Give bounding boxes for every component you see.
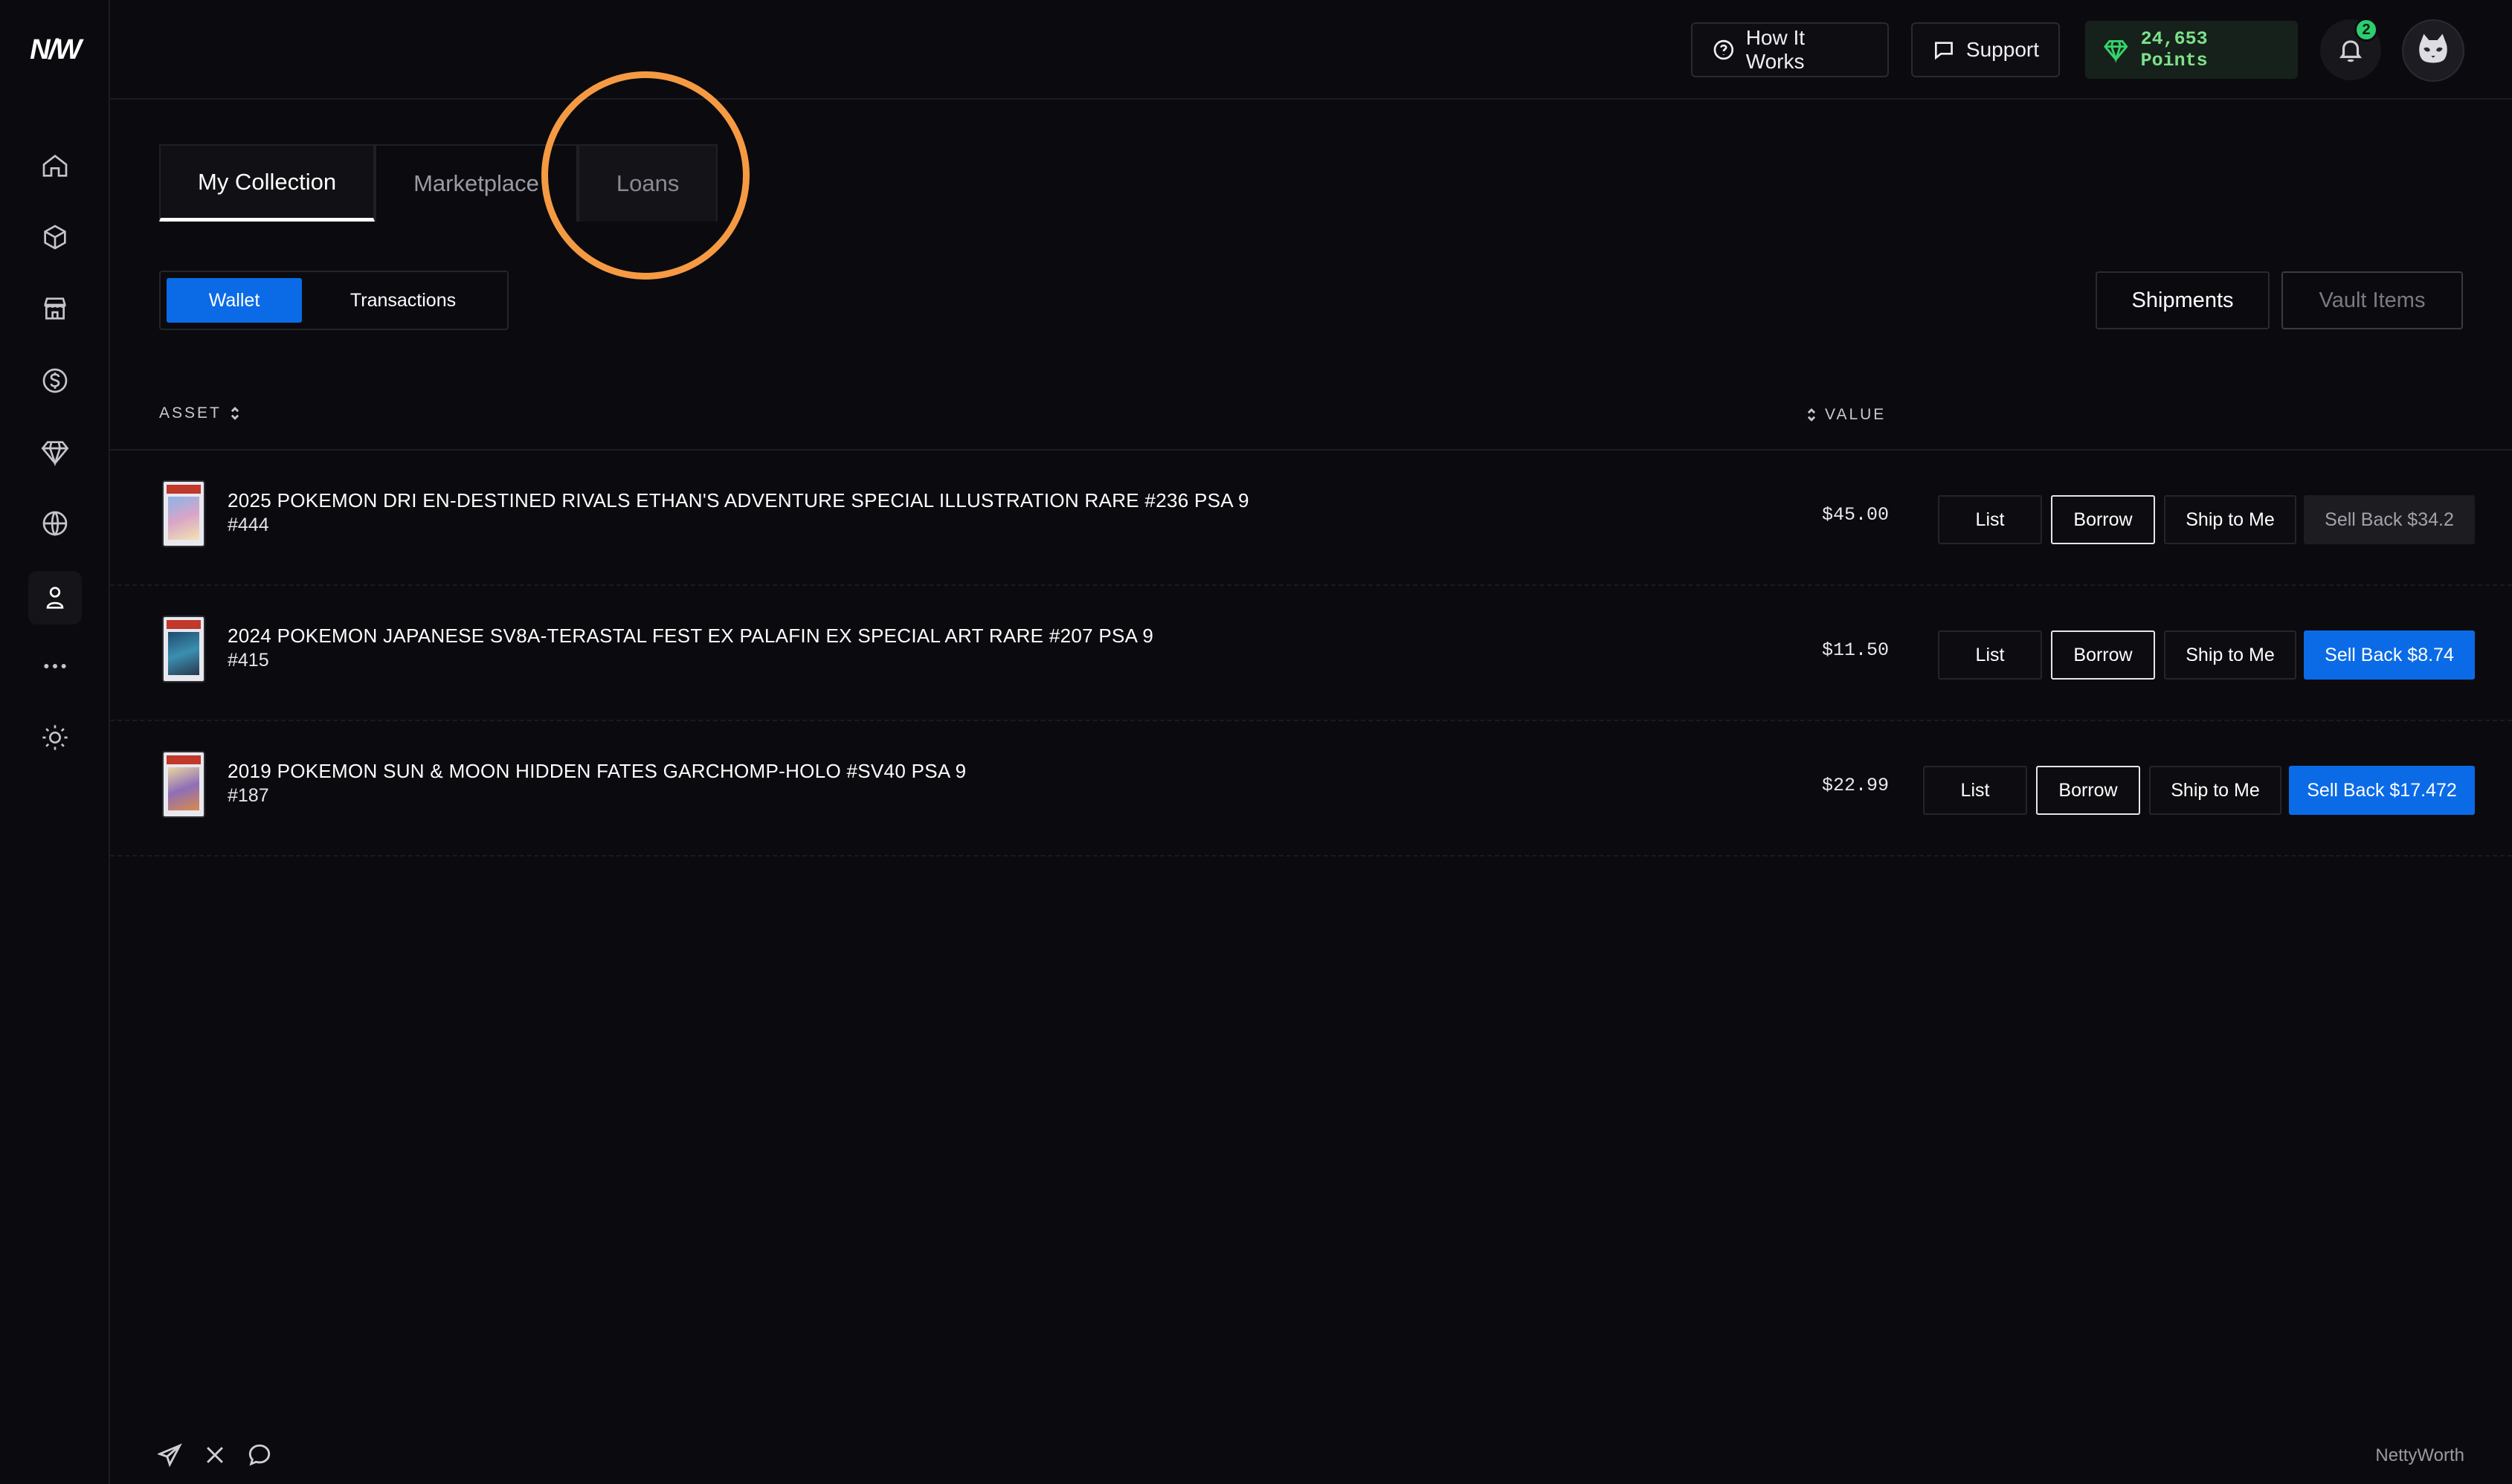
- app-root: N/W How It Works Support 24,653 Points 2…: [0, 0, 2512, 1484]
- sort-icon: [1807, 408, 1816, 422]
- card-thumbnail: [162, 751, 205, 818]
- asset-column-header[interactable]: ASSET: [159, 404, 241, 422]
- asset-id: #444: [228, 514, 269, 535]
- list-button[interactable]: List: [1923, 766, 2027, 815]
- user-icon[interactable]: [28, 571, 82, 625]
- social-links: [158, 1442, 272, 1468]
- asset-name: 2025 POKEMON DRI EN-DESTINED RIVALS ETHA…: [228, 489, 1249, 512]
- main-tabs: My Collection Marketplace Loans: [159, 144, 718, 222]
- sell-back-button[interactable]: Sell Back $34.2: [2304, 495, 2475, 544]
- asset-value: $22.99: [1822, 775, 1890, 796]
- how-it-works-button[interactable]: How It Works: [1691, 22, 1889, 77]
- help-icon: [1713, 39, 1734, 60]
- borrow-button[interactable]: Borrow: [2051, 630, 2155, 680]
- list-button[interactable]: List: [1938, 495, 2042, 544]
- tab-my-collection[interactable]: My Collection: [159, 144, 376, 222]
- vault-items-button[interactable]: Vault Items: [2281, 271, 2463, 329]
- points-button[interactable]: 24,653 Points: [2085, 21, 2298, 79]
- more-icon[interactable]: [28, 639, 82, 693]
- avatar[interactable]: [2402, 19, 2464, 82]
- discord-chat-icon[interactable]: [247, 1442, 272, 1468]
- globe-icon[interactable]: [28, 497, 82, 550]
- sort-icon: [231, 407, 239, 420]
- wallet-subtabs: Wallet Transactions: [159, 271, 509, 330]
- table-row[interactable]: 2024 POKEMON JAPANESE SV8A-TERASTAL FEST…: [110, 586, 2512, 721]
- borrow-button[interactable]: Borrow: [2051, 495, 2155, 544]
- asset-id: #415: [228, 650, 269, 671]
- asset-id: #187: [228, 785, 269, 806]
- telegram-icon[interactable]: [158, 1442, 183, 1468]
- brand-name: NettyWorth: [2375, 1445, 2464, 1465]
- table-row[interactable]: 2025 POKEMON DRI EN-DESTINED RIVALS ETHA…: [110, 451, 2512, 586]
- tab-loans[interactable]: Loans: [577, 144, 718, 222]
- asset-name: 2019 POKEMON SUN & MOON HIDDEN FATES GAR…: [228, 760, 967, 782]
- dollar-icon[interactable]: [28, 354, 82, 407]
- card-thumbnail: [162, 480, 205, 547]
- asset-value: $11.50: [1822, 639, 1890, 661]
- ship-to-me-button[interactable]: Ship to Me: [2149, 766, 2281, 815]
- subtab-wallet[interactable]: Wallet: [167, 278, 302, 323]
- support-button[interactable]: Support: [1911, 22, 2060, 77]
- points-label: 24,653 Points: [2140, 28, 2208, 71]
- table-header: ASSET VALUE: [110, 387, 2512, 451]
- list-button[interactable]: List: [1938, 630, 2042, 680]
- notifications-button[interactable]: 2: [2320, 18, 2381, 80]
- value-header-label: VALUE: [1825, 406, 1887, 423]
- home-icon[interactable]: [28, 139, 82, 193]
- x-twitter-icon[interactable]: [202, 1442, 228, 1468]
- cat-avatar-icon: [2419, 33, 2447, 63]
- sidebar: N/W: [0, 0, 110, 1484]
- ship-to-me-button[interactable]: Ship to Me: [2164, 495, 2296, 544]
- ship-to-me-button[interactable]: Ship to Me: [2164, 630, 2296, 680]
- tab-marketplace[interactable]: Marketplace: [375, 144, 578, 222]
- chat-icon: [1934, 42, 1953, 60]
- shipments-button[interactable]: Shipments: [2096, 271, 2270, 329]
- diamond-icon: [2104, 40, 2128, 63]
- asset-header-label: ASSET: [159, 404, 222, 422]
- borrow-button[interactable]: Borrow: [2036, 766, 2140, 815]
- subtab-transactions[interactable]: Transactions: [314, 278, 492, 323]
- card-thumbnail: [162, 616, 205, 683]
- asset-name: 2024 POKEMON JAPANESE SV8A-TERASTAL FEST…: [228, 625, 1154, 647]
- store-icon[interactable]: [28, 282, 82, 335]
- asset-value: $45.00: [1822, 504, 1890, 526]
- table-row[interactable]: 2019 POKEMON SUN & MOON HIDDEN FATES GAR…: [110, 721, 2512, 856]
- value-column-header[interactable]: VALUE: [1806, 406, 1886, 424]
- support-label: Support: [1965, 38, 2039, 61]
- sell-back-button[interactable]: Sell Back $17.472: [2289, 766, 2475, 815]
- sun-icon[interactable]: [28, 711, 82, 764]
- app-logo[interactable]: N/W: [0, 0, 110, 100]
- diamond-icon[interactable]: [28, 425, 82, 479]
- box-icon[interactable]: [28, 210, 82, 264]
- how-it-works-label: How It Works: [1745, 26, 1806, 73]
- sell-back-button[interactable]: Sell Back $8.74: [2304, 630, 2475, 680]
- notification-badge: 2: [2354, 18, 2378, 42]
